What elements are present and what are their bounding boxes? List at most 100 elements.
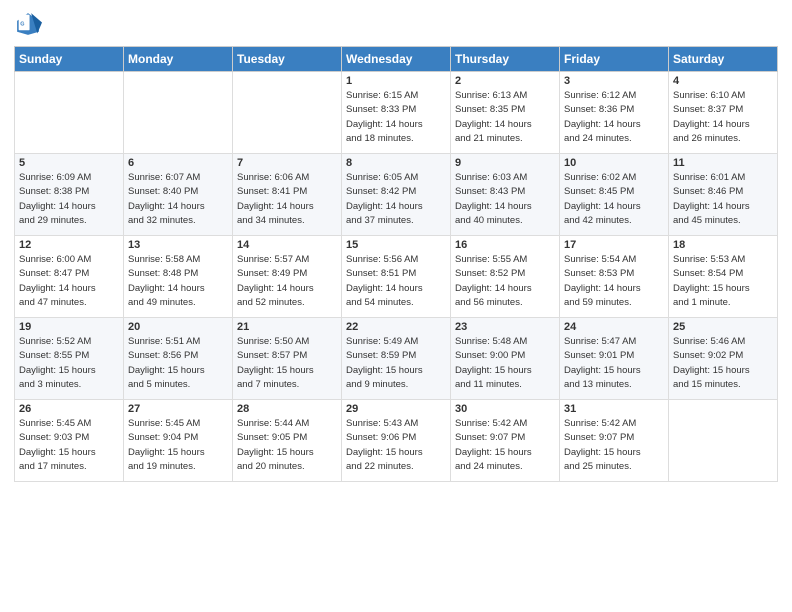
day-number: 21	[237, 321, 337, 333]
day-cell	[233, 72, 342, 154]
day-cell	[124, 72, 233, 154]
day-number: 5	[19, 157, 119, 169]
day-number: 7	[237, 157, 337, 169]
day-info: Sunrise: 5:50 AM Sunset: 8:57 PM Dayligh…	[237, 335, 337, 392]
day-info: Sunrise: 5:44 AM Sunset: 9:05 PM Dayligh…	[237, 417, 337, 474]
day-info: Sunrise: 5:49 AM Sunset: 8:59 PM Dayligh…	[346, 335, 446, 392]
day-number: 19	[19, 321, 119, 333]
day-cell: 21 Sunrise: 5:50 AM Sunset: 8:57 PM Dayli…	[233, 318, 342, 400]
calendar-table: SundayMondayTuesdayWednesdayThursdayFrid…	[14, 46, 778, 482]
day-number: 25	[673, 321, 773, 333]
day-cell: 6 Sunrise: 6:07 AM Sunset: 8:40 PM Daylig…	[124, 154, 233, 236]
day-info: Sunrise: 5:42 AM Sunset: 9:07 PM Dayligh…	[455, 417, 555, 474]
day-info: Sunrise: 6:06 AM Sunset: 8:41 PM Dayligh…	[237, 171, 337, 228]
day-number: 9	[455, 157, 555, 169]
header-day-sunday: Sunday	[15, 47, 124, 72]
day-info: Sunrise: 5:46 AM Sunset: 9:02 PM Dayligh…	[673, 335, 773, 392]
day-number: 20	[128, 321, 228, 333]
day-number: 2	[455, 75, 555, 87]
day-number: 12	[19, 239, 119, 251]
day-number: 1	[346, 75, 446, 87]
header-day-saturday: Saturday	[669, 47, 778, 72]
day-cell: 29Sunrise: 5:43 AM Sunset: 9:06 PM Dayli…	[342, 400, 451, 482]
day-cell: 9 Sunrise: 6:03 AM Sunset: 8:43 PM Daylig…	[451, 154, 560, 236]
day-number: 10	[564, 157, 664, 169]
day-number: 4	[673, 75, 773, 87]
day-number: 16	[455, 239, 555, 251]
day-cell	[15, 72, 124, 154]
day-info: Sunrise: 5:53 AM Sunset: 8:54 PM Dayligh…	[673, 253, 773, 310]
day-info: Sunrise: 5:48 AM Sunset: 9:00 PM Dayligh…	[455, 335, 555, 392]
day-cell: 16Sunrise: 5:55 AM Sunset: 8:52 PM Dayli…	[451, 236, 560, 318]
day-cell: 31 Sunrise: 5:42 AM Sunset: 9:07 PM Dayli…	[560, 400, 669, 482]
day-info: Sunrise: 5:42 AM Sunset: 9:07 PM Dayligh…	[564, 417, 664, 474]
svg-text:G: G	[20, 22, 24, 28]
day-cell: 28 Sunrise: 5:44 AM Sunset: 9:05 PM Dayli…	[233, 400, 342, 482]
day-info: Sunrise: 6:00 AM Sunset: 8:47 PM Dayligh…	[19, 253, 119, 310]
day-cell: 7 Sunrise: 6:06 AM Sunset: 8:41 PM Daylig…	[233, 154, 342, 236]
day-info: Sunrise: 6:13 AM Sunset: 8:35 PM Dayligh…	[455, 89, 555, 146]
day-cell: 26 Sunrise: 5:45 AM Sunset: 9:03 PM Dayli…	[15, 400, 124, 482]
day-cell: 12 Sunrise: 6:00 AM Sunset: 8:47 PM Dayli…	[15, 236, 124, 318]
day-number: 6	[128, 157, 228, 169]
day-number: 26	[19, 403, 119, 415]
day-info: Sunrise: 6:01 AM Sunset: 8:46 PM Dayligh…	[673, 171, 773, 228]
day-number: 18	[673, 239, 773, 251]
day-number: 13	[128, 239, 228, 251]
day-cell: 14 Sunrise: 5:57 AM Sunset: 8:49 PM Dayli…	[233, 236, 342, 318]
week-row-5: 26 Sunrise: 5:45 AM Sunset: 9:03 PM Dayli…	[15, 400, 778, 482]
week-row-2: 5 Sunrise: 6:09 AM Sunset: 8:38 PM Daylig…	[15, 154, 778, 236]
day-number: 29	[346, 403, 446, 415]
day-cell: 2 Sunrise: 6:13 AM Sunset: 8:35 PM Daylig…	[451, 72, 560, 154]
day-number: 22	[346, 321, 446, 333]
logo: G	[14, 10, 46, 38]
day-cell: 10 Sunrise: 6:02 AM Sunset: 8:45 PM Dayli…	[560, 154, 669, 236]
day-cell: 4 Sunrise: 6:10 AM Sunset: 8:37 PM Daylig…	[669, 72, 778, 154]
header-day-friday: Friday	[560, 47, 669, 72]
day-info: Sunrise: 6:03 AM Sunset: 8:43 PM Dayligh…	[455, 171, 555, 228]
day-number: 3	[564, 75, 664, 87]
header-day-thursday: Thursday	[451, 47, 560, 72]
day-info: Sunrise: 5:57 AM Sunset: 8:49 PM Dayligh…	[237, 253, 337, 310]
day-cell	[669, 400, 778, 482]
week-row-4: 19 Sunrise: 5:52 AM Sunset: 8:55 PM Dayli…	[15, 318, 778, 400]
header-day-monday: Monday	[124, 47, 233, 72]
day-info: Sunrise: 5:58 AM Sunset: 8:48 PM Dayligh…	[128, 253, 228, 310]
day-number: 14	[237, 239, 337, 251]
day-info: Sunrise: 6:15 AM Sunset: 8:33 PM Dayligh…	[346, 89, 446, 146]
day-info: Sunrise: 5:52 AM Sunset: 8:55 PM Dayligh…	[19, 335, 119, 392]
day-cell: 22 Sunrise: 5:49 AM Sunset: 8:59 PM Dayli…	[342, 318, 451, 400]
day-info: Sunrise: 6:09 AM Sunset: 8:38 PM Dayligh…	[19, 171, 119, 228]
day-info: Sunrise: 6:10 AM Sunset: 8:37 PM Dayligh…	[673, 89, 773, 146]
day-number: 8	[346, 157, 446, 169]
day-cell: 20 Sunrise: 5:51 AM Sunset: 8:56 PM Dayli…	[124, 318, 233, 400]
day-info: Sunrise: 5:51 AM Sunset: 8:56 PM Dayligh…	[128, 335, 228, 392]
day-number: 31	[564, 403, 664, 415]
header: G	[14, 10, 778, 38]
day-info: Sunrise: 5:54 AM Sunset: 8:53 PM Dayligh…	[564, 253, 664, 310]
day-info: Sunrise: 6:12 AM Sunset: 8:36 PM Dayligh…	[564, 89, 664, 146]
header-day-tuesday: Tuesday	[233, 47, 342, 72]
day-number: 28	[237, 403, 337, 415]
day-cell: 11 Sunrise: 6:01 AM Sunset: 8:46 PM Dayli…	[669, 154, 778, 236]
day-number: 11	[673, 157, 773, 169]
day-info: Sunrise: 5:45 AM Sunset: 9:03 PM Dayligh…	[19, 417, 119, 474]
day-cell: 3 Sunrise: 6:12 AM Sunset: 8:36 PM Daylig…	[560, 72, 669, 154]
day-info: Sunrise: 6:07 AM Sunset: 8:40 PM Dayligh…	[128, 171, 228, 228]
day-number: 24	[564, 321, 664, 333]
day-info: Sunrise: 6:02 AM Sunset: 8:45 PM Dayligh…	[564, 171, 664, 228]
week-row-3: 12 Sunrise: 6:00 AM Sunset: 8:47 PM Dayli…	[15, 236, 778, 318]
day-cell: 24Sunrise: 5:47 AM Sunset: 9:01 PM Dayli…	[560, 318, 669, 400]
day-cell: 25 Sunrise: 5:46 AM Sunset: 9:02 PM Dayli…	[669, 318, 778, 400]
day-cell: 30 Sunrise: 5:42 AM Sunset: 9:07 PM Dayli…	[451, 400, 560, 482]
day-cell: 1 Sunrise: 6:15 AM Sunset: 8:33 PM Daylig…	[342, 72, 451, 154]
header-day-wednesday: Wednesday	[342, 47, 451, 72]
day-number: 30	[455, 403, 555, 415]
day-cell: 17Sunrise: 5:54 AM Sunset: 8:53 PM Dayli…	[560, 236, 669, 318]
day-info: Sunrise: 6:05 AM Sunset: 8:42 PM Dayligh…	[346, 171, 446, 228]
day-number: 15	[346, 239, 446, 251]
day-info: Sunrise: 5:45 AM Sunset: 9:04 PM Dayligh…	[128, 417, 228, 474]
week-row-1: 1 Sunrise: 6:15 AM Sunset: 8:33 PM Daylig…	[15, 72, 778, 154]
day-cell: 18 Sunrise: 5:53 AM Sunset: 8:54 PM Dayli…	[669, 236, 778, 318]
day-cell: 19 Sunrise: 5:52 AM Sunset: 8:55 PM Dayli…	[15, 318, 124, 400]
